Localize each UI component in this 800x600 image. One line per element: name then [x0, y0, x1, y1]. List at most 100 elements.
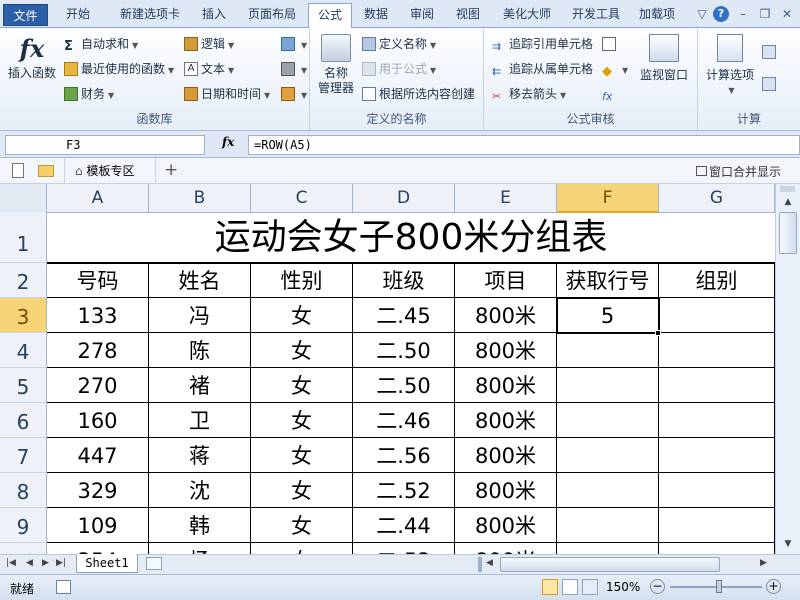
fx-icon[interactable]: fx [222, 135, 234, 149]
tab-home[interactable]: 开始 [58, 3, 98, 28]
ribbon-collapse-icon[interactable]: ▽ [694, 6, 710, 22]
calc-now-button[interactable] [762, 42, 779, 62]
page-break-view-icon[interactable] [582, 579, 598, 595]
cell-class-row-10[interactable]: 二.53 [353, 543, 455, 554]
new-file-icon[interactable] [12, 163, 24, 178]
cell-gender-row-4[interactable]: 女 [251, 333, 353, 368]
row-header-10[interactable]: 10 [0, 543, 47, 554]
lookup-button[interactable]: ▼ [281, 34, 307, 54]
hscroll-right-icon[interactable]: ▶ [760, 558, 767, 568]
row-header-7[interactable]: 7 [0, 438, 47, 473]
column-header-e[interactable]: E [455, 184, 557, 213]
zoom-out-icon[interactable]: − [650, 579, 665, 594]
cell-class-row-8[interactable]: 二.52 [353, 473, 455, 508]
scroll-down-icon[interactable]: ▼ [780, 536, 796, 552]
use-in-formula-button[interactable]: 用于公式 ▼ [362, 59, 436, 79]
normal-view-icon[interactable] [542, 579, 558, 595]
column-header-d[interactable]: D [353, 184, 455, 213]
cell-class-row-3[interactable]: 二.45 [353, 298, 455, 333]
header-cell-group[interactable]: 组别 [659, 263, 775, 298]
tab-data[interactable]: 数据 [356, 3, 396, 28]
show-formulas-button[interactable] [602, 34, 619, 54]
tab-beautify[interactable]: 美化大师 [494, 3, 560, 28]
row-header-6[interactable]: 6 [0, 403, 47, 438]
select-all-corner[interactable] [0, 184, 47, 213]
tab-new[interactable]: 新建选项卡 [108, 3, 192, 28]
column-header-g[interactable]: G [659, 184, 775, 213]
fill-handle[interactable] [655, 330, 661, 336]
column-header-c[interactable]: C [251, 184, 353, 213]
row-header-5[interactable]: 5 [0, 368, 47, 403]
name-manager-button[interactable]: 名称 管理器 [314, 32, 358, 96]
scroll-thumb[interactable] [779, 212, 797, 254]
calc-options-button[interactable]: 计算选项 ▼ [702, 32, 758, 98]
cell-event-row-4[interactable]: 800米 [455, 333, 557, 368]
tab-addins[interactable]: 加载项 [632, 3, 682, 28]
row-header-3[interactable]: 3 [0, 298, 47, 333]
sheet-title[interactable]: 运动会女子800米分组表 [47, 213, 775, 263]
row-header-1[interactable]: 1 [0, 213, 47, 263]
math-button[interactable]: ▼ [281, 59, 307, 79]
row-header-4[interactable]: 4 [0, 333, 47, 368]
tab-formulas[interactable]: 公式 [308, 3, 352, 29]
open-folder-icon[interactable] [38, 165, 54, 177]
tab-page-layout[interactable]: 页面布局 [240, 3, 304, 28]
tab-developer[interactable]: 开发工具 [566, 3, 626, 28]
cell-name-row-8[interactable]: 沈 [149, 473, 251, 508]
last-sheet-icon[interactable]: ▶| [56, 558, 66, 568]
merge-windows-button[interactable]: 窗口合并显示 [696, 163, 781, 180]
text-button[interactable]: A 文本 ▼ [184, 59, 234, 79]
cell-row-number-row-9[interactable] [557, 508, 659, 543]
tab-insert[interactable]: 插入 [194, 3, 234, 28]
cell-class-row-6[interactable]: 二.46 [353, 403, 455, 438]
insert-function-button[interactable]: fx 插入函数 [4, 32, 60, 81]
cell-number-row-3[interactable]: 133 [47, 298, 149, 333]
cell-gender-row-6[interactable]: 女 [251, 403, 353, 438]
cell-row-number-row-7[interactable] [557, 438, 659, 473]
create-from-selection-button[interactable]: 根据所选内容创建 [362, 84, 475, 104]
cell-gender-row-8[interactable]: 女 [251, 473, 353, 508]
more-functions-button[interactable]: ▼ [281, 84, 307, 104]
close-icon[interactable]: ✕ [779, 6, 795, 22]
row-header-9[interactable]: 9 [0, 508, 47, 543]
cell-group-row-5[interactable] [659, 368, 775, 403]
cell-row-number-row-5[interactable] [557, 368, 659, 403]
cell-row-number-row-6[interactable] [557, 403, 659, 438]
trace-precedents-button[interactable]: ⇉ 追踪引用单元格 [492, 34, 593, 54]
zoom-slider-thumb[interactable] [716, 580, 722, 593]
autosum-button[interactable]: Σ 自动求和 ▼ [64, 34, 138, 54]
watch-window-button[interactable]: 监视窗口 [634, 32, 694, 83]
scroll-up-icon[interactable]: ▲ [780, 194, 796, 210]
page-layout-view-icon[interactable] [562, 579, 578, 595]
cell-event-row-9[interactable]: 800米 [455, 508, 557, 543]
tab-file[interactable]: 文件 [3, 4, 48, 26]
header-cell-row-number[interactable]: 获取行号 [557, 263, 659, 298]
finance-button[interactable]: 财务 ▼ [64, 84, 114, 104]
cell-group-row-8[interactable] [659, 473, 775, 508]
cell-class-row-9[interactable]: 二.44 [353, 508, 455, 543]
cell-class-row-7[interactable]: 二.56 [353, 438, 455, 473]
cell-name-row-4[interactable]: 陈 [149, 333, 251, 368]
cell-name-row-6[interactable]: 卫 [149, 403, 251, 438]
cell-gender-row-5[interactable]: 女 [251, 368, 353, 403]
recent-functions-button[interactable]: 最近使用的函数 ▼ [64, 59, 174, 79]
datetime-button[interactable]: 日期和时间 ▼ [184, 84, 270, 104]
cell-number-row-10[interactable]: 354 [47, 543, 149, 554]
tab-review[interactable]: 审阅 [402, 3, 442, 28]
sheet-tab-sheet1[interactable]: Sheet1 [76, 554, 138, 573]
zoom-level[interactable]: 150% [606, 580, 640, 594]
cell-number-row-9[interactable]: 109 [47, 508, 149, 543]
add-tab-button[interactable]: + [164, 160, 178, 180]
cell-row-number-row-3[interactable]: 5 [557, 298, 659, 333]
cell-group-row-3[interactable] [659, 298, 775, 333]
calc-sheet-button[interactable] [762, 74, 779, 94]
cell-group-row-4[interactable] [659, 333, 775, 368]
cell-event-row-8[interactable]: 800米 [455, 473, 557, 508]
cell-gender-row-9[interactable]: 女 [251, 508, 353, 543]
cell-group-row-7[interactable] [659, 438, 775, 473]
vertical-scrollbar[interactable]: ▲ ▼ [775, 184, 800, 554]
hscroll-left-icon[interactable]: ◀ [486, 558, 493, 568]
formula-input[interactable]: =ROW(A5) [248, 135, 800, 155]
zoom-in-icon[interactable]: + [766, 579, 781, 594]
insert-sheet-icon[interactable] [146, 557, 162, 570]
